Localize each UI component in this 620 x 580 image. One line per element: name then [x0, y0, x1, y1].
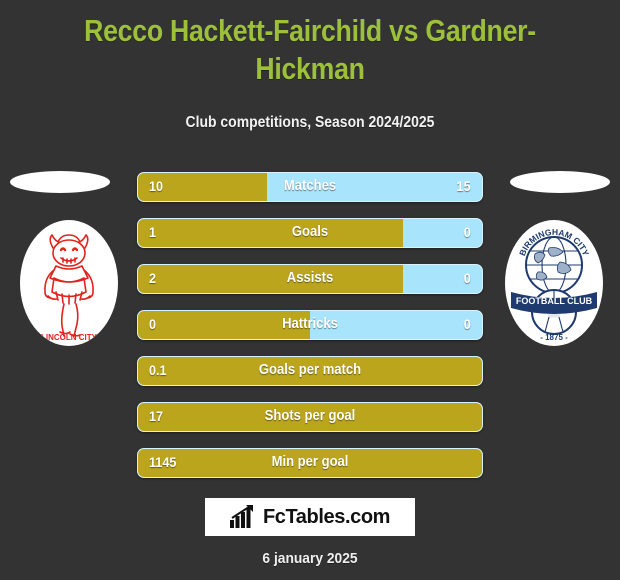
away-value: 0 — [463, 224, 471, 240]
bar-chart-up-icon — [229, 505, 253, 528]
stat-label: Matches — [283, 178, 337, 194]
stat-label: Min per goal — [271, 454, 349, 470]
away-crest-year: - 1875 - — [540, 333, 568, 342]
home-crest-text: LINCOLN CITY — [41, 333, 98, 342]
home-team-crest: LINCOLN CITY — [20, 220, 118, 346]
fctables-logo-text: FcTables.com — [262, 505, 391, 528]
stat-label: Goals — [291, 224, 329, 240]
stat-label: Assists — [286, 270, 334, 286]
stat-row: 1 Goals 0 — [137, 218, 483, 248]
date-label: 6 january 2025 — [262, 550, 358, 567]
comparison-infographic: Recco Hackett-Fairchild vs Gardner-Hickm… — [0, 0, 620, 580]
away-value: 15 — [456, 178, 471, 194]
page-title: Recco Hackett-Fairchild vs Gardner-Hickm… — [84, 13, 536, 86]
away-team-crest: FOOTBALL CLUB BIRMINGHAM CITY - 1875 - — [505, 220, 603, 346]
stat-row: 17 Shots per goal — [137, 402, 483, 432]
stat-row: 0.1 Goals per match — [137, 356, 483, 386]
away-value: 0 — [463, 270, 471, 286]
away-crest-cap — [510, 171, 610, 193]
stat-row: 10 Matches 15 — [137, 172, 483, 202]
stat-row: 1145 Min per goal — [137, 448, 483, 478]
stats-bar-list: 10 Matches 15 1 Goals 0 2 Assists 0 0 Ha… — [137, 172, 483, 494]
away-crest-banner-text: FOOTBALL CLUB — [516, 296, 593, 306]
stat-row: 2 Assists 0 — [137, 264, 483, 294]
stat-label: Goals per match — [258, 362, 362, 378]
fctables-logo[interactable]: FcTables.com — [205, 498, 415, 536]
stat-row: 0 Hattricks 0 — [137, 310, 483, 340]
stat-label: Shots per goal — [264, 408, 356, 424]
away-value: 0 — [463, 316, 471, 332]
page-subtitle: Club competitions, Season 2024/2025 — [185, 114, 435, 131]
home-crest-cap — [10, 171, 110, 193]
stat-label: Hattricks — [282, 316, 338, 332]
